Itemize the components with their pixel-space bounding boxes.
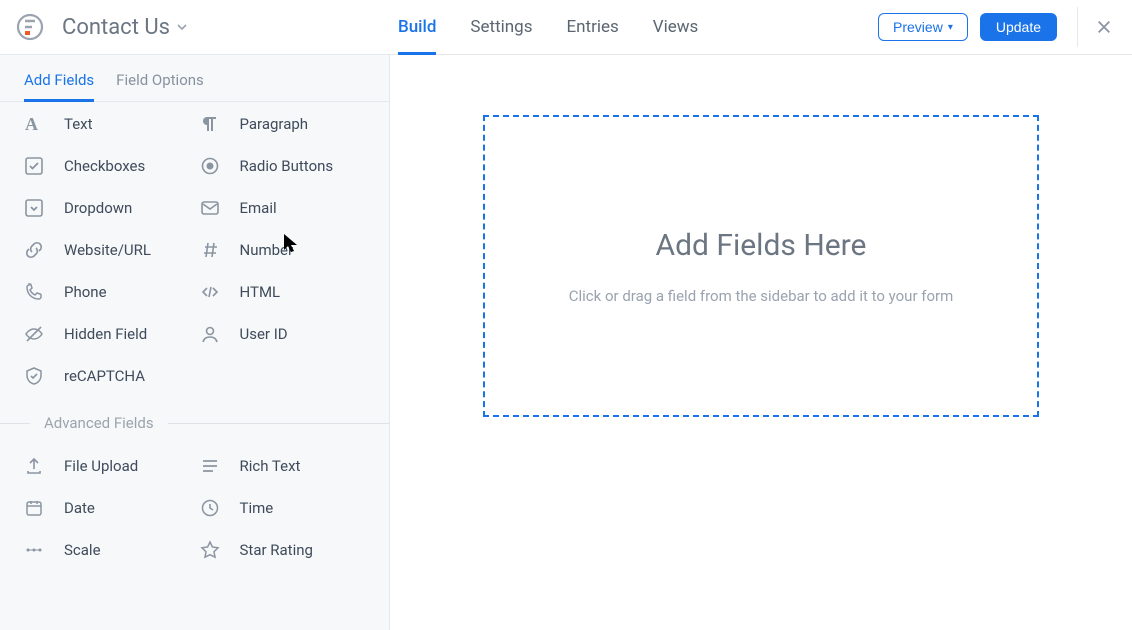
shield-icon [24, 366, 44, 386]
field-label: User ID [240, 325, 288, 343]
nav-build[interactable]: Build [398, 0, 436, 54]
radio-icon [200, 156, 220, 176]
date-icon [24, 498, 44, 518]
advanced-fields-label: Advanced Fields [44, 414, 154, 432]
dropzone-subtitle: Click or drag a field from the sidebar t… [569, 287, 954, 305]
nav-views[interactable]: Views [653, 0, 699, 54]
field-label: File Upload [64, 457, 138, 475]
field-label: Scale [64, 541, 101, 559]
field-label: Dropdown [64, 199, 132, 217]
main-nav: Build Settings Entries Views [398, 0, 698, 54]
field-label: Time [240, 499, 274, 517]
star-icon [200, 540, 220, 560]
field-label: Number [240, 241, 294, 259]
caret-down-icon: ▾ [948, 22, 953, 33]
nav-settings[interactable]: Settings [470, 0, 532, 54]
field-radio-buttons[interactable]: Radio Buttons [200, 156, 366, 176]
preview-button[interactable]: Preview ▾ [878, 13, 968, 41]
field-label: Radio Buttons [240, 157, 334, 175]
field-html[interactable]: HTML [200, 282, 366, 302]
chevron-down-icon [176, 21, 188, 33]
hash-icon [200, 240, 220, 260]
field-website-url[interactable]: Website/URL [24, 240, 190, 260]
field-label: Website/URL [64, 241, 151, 259]
nav-entries[interactable]: Entries [567, 0, 619, 54]
field-label: Hidden Field [64, 325, 147, 343]
field-label: Checkboxes [64, 157, 145, 175]
sidebar: Add Fields Field Options Text Paragraph Ch… [0, 55, 390, 630]
field-dropdown[interactable]: Dropdown [24, 198, 190, 218]
checkbox-icon [24, 156, 44, 176]
field-recaptcha[interactable]: reCAPTCHA [24, 366, 190, 386]
field-time[interactable]: Time [200, 498, 366, 518]
tab-add-fields[interactable]: Add Fields [24, 71, 94, 101]
basic-fields: Text Paragraph Checkboxes Radio Buttons Drop… [24, 114, 365, 386]
field-label: Rich Text [240, 457, 301, 475]
html-icon [200, 282, 220, 302]
tab-field-options[interactable]: Field Options [116, 71, 204, 101]
field-email[interactable]: Email [200, 198, 366, 218]
field-label: Text [64, 115, 93, 133]
paragraph-icon [200, 114, 220, 134]
field-number[interactable]: Number [200, 240, 366, 260]
field-file-upload[interactable]: File Upload [24, 456, 190, 476]
scale-icon [24, 540, 44, 560]
field-label: Star Rating [240, 541, 313, 559]
hidden-icon [24, 324, 44, 344]
field-phone[interactable]: Phone [24, 282, 190, 302]
form-title-text: Contact Us [62, 15, 170, 40]
field-date[interactable]: Date [24, 498, 190, 518]
advanced-fields-header: Advanced Fields [0, 414, 389, 432]
field-rich-text[interactable]: Rich Text [200, 456, 366, 476]
dropzone-title: Add Fields Here [656, 228, 867, 263]
close-icon [1096, 19, 1112, 35]
field-scale[interactable]: Scale [24, 540, 190, 560]
app-logo [14, 11, 46, 43]
advanced-fields: File Upload Rich Text Date Time Scale Star Ra… [24, 456, 365, 560]
user-icon [200, 324, 220, 344]
field-label: Paragraph [240, 115, 309, 133]
top-actions: Preview ▾ Update [878, 7, 1118, 47]
field-star-rating[interactable]: Star Rating [200, 540, 366, 560]
form-title[interactable]: Contact Us [62, 15, 188, 40]
dropdown-icon [24, 198, 44, 218]
field-label: reCAPTCHA [64, 367, 145, 385]
field-label: Date [64, 499, 95, 517]
field-user-id[interactable]: User ID [200, 324, 366, 344]
field-label: Phone [64, 283, 107, 301]
email-icon [200, 198, 220, 218]
field-paragraph[interactable]: Paragraph [200, 114, 366, 134]
divider [1077, 7, 1078, 47]
rich-icon [200, 456, 220, 476]
preview-label: Preview [893, 19, 943, 35]
text-icon [24, 114, 44, 134]
phone-icon [24, 282, 44, 302]
update-button[interactable]: Update [980, 13, 1057, 41]
upload-icon [24, 456, 44, 476]
field-hidden-field[interactable]: Hidden Field [24, 324, 190, 344]
topbar: Contact Us Build Settings Entries Views … [0, 0, 1132, 55]
field-text[interactable]: Text [24, 114, 190, 134]
link-icon [24, 240, 44, 260]
canvas: Add Fields Here Click or drag a field fr… [390, 55, 1132, 630]
time-icon [200, 498, 220, 518]
sidebar-tabs: Add Fields Field Options [0, 55, 389, 102]
close-button[interactable] [1090, 15, 1118, 39]
field-label: HTML [240, 283, 281, 301]
field-checkboxes[interactable]: Checkboxes [24, 156, 190, 176]
field-label: Email [240, 199, 277, 217]
dropzone[interactable]: Add Fields Here Click or drag a field fr… [483, 115, 1039, 417]
